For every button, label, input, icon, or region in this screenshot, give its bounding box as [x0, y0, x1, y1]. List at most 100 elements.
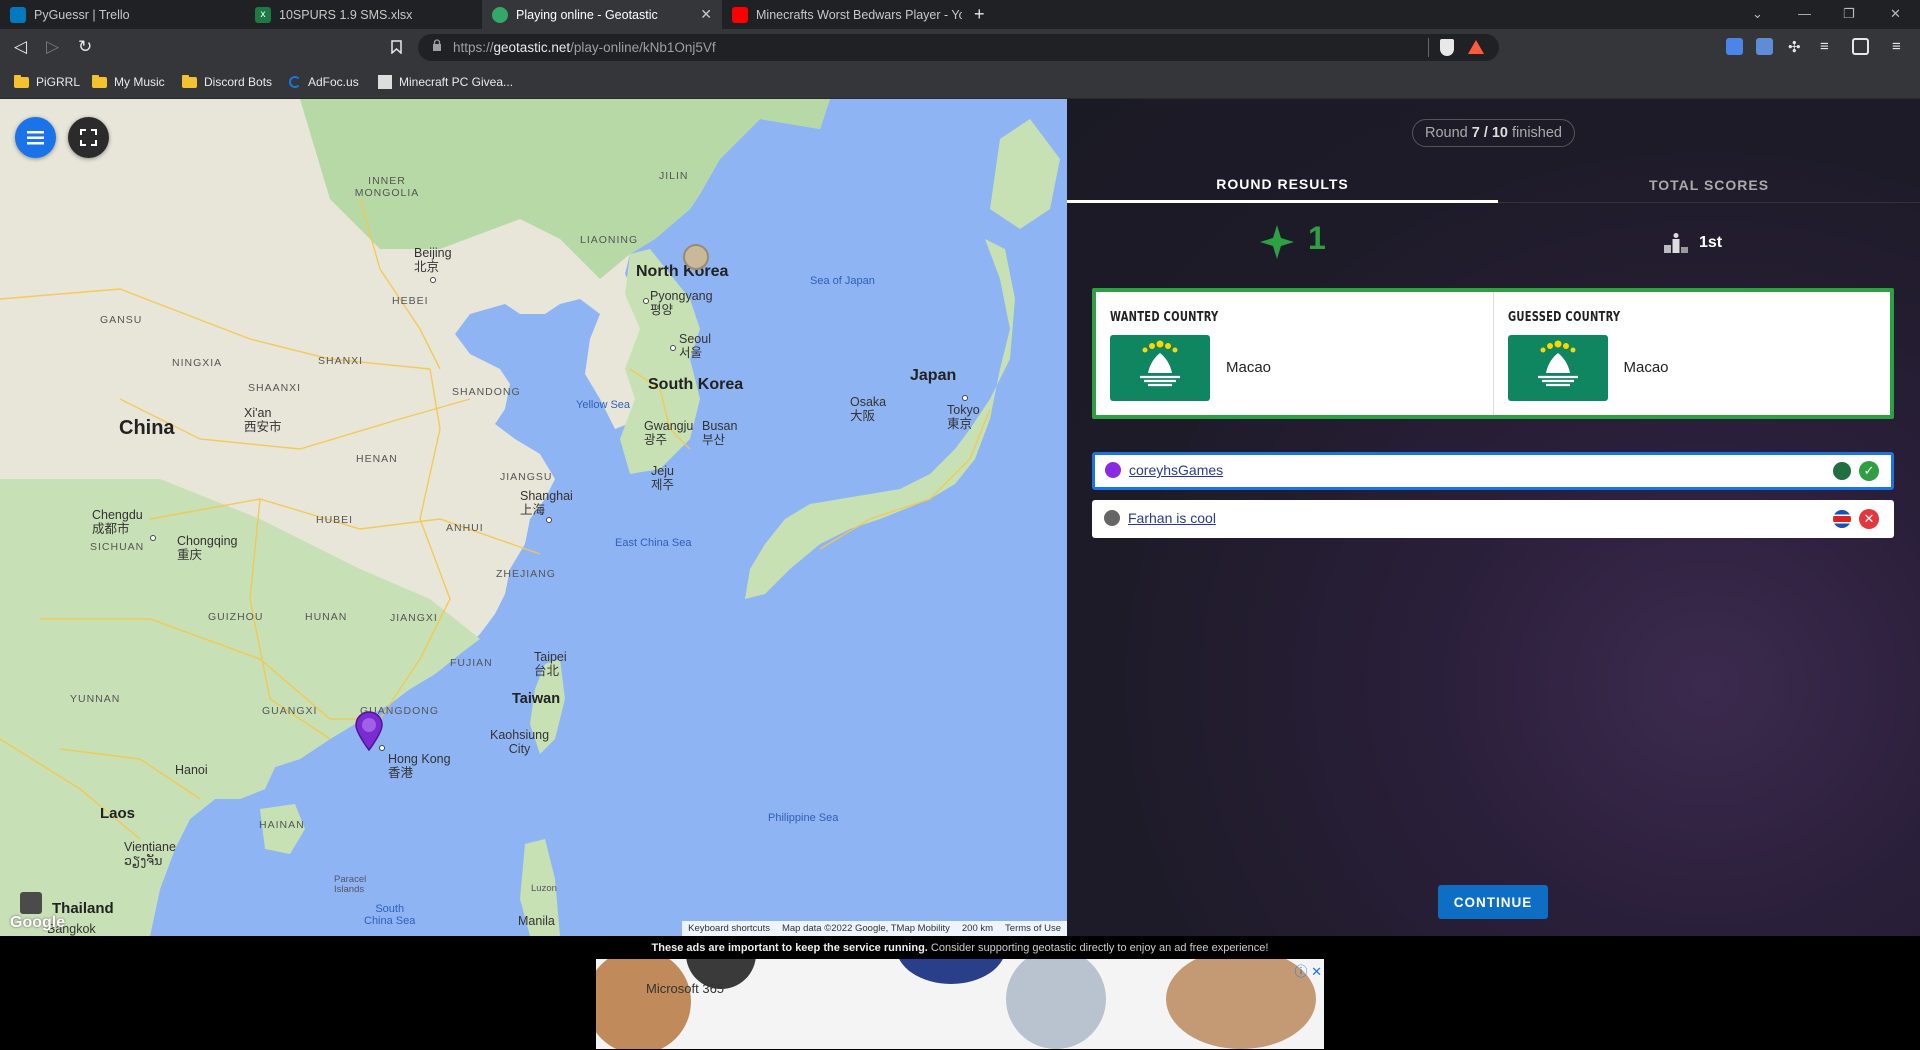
- address-bar[interactable]: https://geotastic.net/play-online/kNb1On…: [418, 34, 1499, 61]
- new-tab-button[interactable]: +: [974, 4, 985, 25]
- label-hanoi: Hanoi: [175, 763, 208, 777]
- player-name-link[interactable]: Farhan is cool: [1128, 510, 1216, 526]
- restore-icon[interactable]: ❐: [1843, 6, 1855, 22]
- continue-button[interactable]: CONTINUE: [1438, 885, 1548, 919]
- label-tokyo: Tokyo 東京: [947, 403, 980, 431]
- ad-banner[interactable]: Microsoft 365 ⓘ ✕: [596, 959, 1324, 1049]
- macao-flag-icon: [1110, 335, 1210, 401]
- tab-close-icon[interactable]: ✕: [700, 6, 712, 23]
- label-south-china-sea: South China Sea: [364, 903, 416, 928]
- ad-section: These ads are important to keep the serv…: [0, 936, 1920, 1050]
- tab-title: PyGuessr | Trello: [34, 7, 130, 22]
- bookmark-minecraft[interactable]: Minecraft PC Givea...: [378, 75, 513, 89]
- reload-icon[interactable]: ↻: [78, 37, 92, 57]
- results-panel: Round 7 / 10 finished ROUND RESULTS TOTA…: [1067, 99, 1920, 936]
- avatar: [1105, 462, 1121, 478]
- lock-icon: [433, 39, 441, 51]
- minimize-icon[interactable]: —: [1798, 6, 1811, 21]
- extensions-puzzle-icon[interactable]: ✣: [1788, 38, 1805, 56]
- tab-search-icon[interactable]: ⌄: [1752, 6, 1763, 22]
- close-window-icon[interactable]: ✕: [1890, 6, 1901, 22]
- label-japan: Japan: [910, 367, 957, 384]
- wanted-country-name: Macao: [1226, 359, 1272, 376]
- label-east-china-sea: East China Sea: [615, 537, 692, 549]
- label-north-korea: North Korea: [636, 263, 729, 280]
- guessed-country-title: GUESSED COUNTRY: [1507, 310, 1620, 325]
- player-name-link[interactable]: coreyhsGames: [1129, 462, 1223, 478]
- wrong-x-icon: ✕: [1859, 509, 1879, 529]
- back-icon[interactable]: ◁: [14, 37, 27, 57]
- label-region: HUNAN: [305, 611, 348, 623]
- tab-geotastic[interactable]: Playing online - Geotastic ✕: [482, 0, 722, 29]
- tab-total-scores[interactable]: TOTAL SCORES: [1498, 167, 1920, 203]
- extension-google-translate-icon[interactable]: [1756, 38, 1773, 55]
- tab-title: 10SPURS 1.9 SMS.xlsx: [279, 7, 413, 22]
- terms-link[interactable]: Terms of Use: [1005, 923, 1061, 934]
- label-chongqing: Chongqing 重庆: [177, 534, 238, 562]
- round-suffix: finished: [1512, 125, 1562, 141]
- bookmark-my-music[interactable]: My Music: [92, 74, 165, 89]
- macao-flag-icon: [1833, 462, 1851, 480]
- round-score: 1: [1308, 220, 1326, 256]
- label-region: HUBEI: [316, 514, 354, 526]
- city-dot: [546, 517, 552, 523]
- label-paracel-islands: Paracel Islands: [334, 874, 367, 896]
- tab-youtube[interactable]: Minecrafts Worst Bedwars Player - You: [722, 0, 962, 29]
- city-dot: [430, 277, 436, 283]
- wallet-icon[interactable]: [1852, 38, 1869, 55]
- folder-icon: [92, 74, 107, 88]
- menu-icon[interactable]: ≡: [1892, 38, 1909, 55]
- tab-excel[interactable]: x 10SPURS 1.9 SMS.xlsx: [245, 0, 482, 29]
- map-attribution: Keyboard shortcuts Map data ©2022 Google…: [682, 921, 1067, 936]
- label-kaohsiung: Kaohsiung City: [490, 728, 550, 756]
- bookmark-pigrrl[interactable]: PiGRRL: [14, 74, 80, 89]
- bookmark-label: AdFoc.us: [308, 75, 359, 89]
- geotastic-favicon-icon: [492, 6, 508, 23]
- bookmark-label: My Music: [114, 75, 165, 89]
- country-comparison-card: WANTED COUNTRY Macao GUESSED COUNTRY Mac…: [1092, 288, 1894, 419]
- bookmark-label: Discord Bots: [204, 75, 273, 89]
- browser-toolbar: ◁ ▷ ↻ https://geotastic.net/play-online/…: [0, 29, 1920, 66]
- avatar: [1104, 510, 1120, 526]
- map-menu-button[interactable]: [15, 117, 56, 158]
- hamburger-icon: [27, 131, 44, 145]
- tab-title: Playing online - Geotastic: [516, 7, 658, 22]
- bookmark-label: Minecraft PC Givea...: [399, 75, 514, 89]
- ad-close-icon[interactable]: ⓘ ✕: [1294, 961, 1322, 980]
- brave-rewards-icon[interactable]: [1468, 40, 1484, 54]
- label-yellow-sea: Yellow Sea: [576, 399, 631, 411]
- bookmarks-bar: PiGRRL My Music Discord Bots AdFoc.us Mi…: [0, 66, 1920, 99]
- bookmark-discord-bots[interactable]: Discord Bots: [182, 74, 273, 89]
- label-hong-kong: Hong Kong 香港: [388, 752, 451, 780]
- playlist-icon[interactable]: ≡: [1820, 38, 1837, 55]
- excel-favicon-icon: x: [255, 6, 271, 23]
- correct-location-marker[interactable]: [683, 244, 709, 270]
- brave-shield-icon[interactable]: [1440, 39, 1454, 56]
- round-separator: /: [1483, 125, 1488, 141]
- guess-pin-icon[interactable]: [354, 711, 384, 751]
- forward-icon[interactable]: ▷: [46, 37, 59, 57]
- label-region: GUIZHOU: [208, 611, 264, 623]
- folder-icon: [14, 74, 29, 88]
- extension-translate-icon[interactable]: [1726, 38, 1743, 55]
- label-chengdu: Chengdu 成都市: [92, 508, 143, 536]
- label-region: YUNNAN: [70, 693, 121, 705]
- label-busan: Busan 부산: [702, 419, 738, 447]
- label-beijing: Beijing 北京: [414, 246, 452, 274]
- bookmark-adfocus[interactable]: AdFoc.us: [289, 75, 359, 89]
- tab-trello[interactable]: PyGuessr | Trello: [0, 0, 245, 29]
- street-view-pegman-icon[interactable]: [20, 892, 42, 914]
- fullscreen-button[interactable]: [68, 117, 109, 158]
- tab-round-results[interactable]: ROUND RESULTS: [1067, 167, 1498, 203]
- label-seoul: Seoul 서울: [679, 332, 711, 360]
- label-region: HENAN: [356, 453, 398, 465]
- fullscreen-icon: [80, 129, 97, 146]
- label-xian: Xi'an 西安市: [244, 406, 282, 434]
- label-luzon: Luzon: [531, 883, 557, 894]
- label-region: GANSU: [100, 314, 143, 326]
- keyboard-shortcuts-link[interactable]: Keyboard shortcuts: [688, 923, 770, 934]
- map-view[interactable]: China North Korea South Korea Japan Taiw…: [0, 99, 1067, 936]
- bookmark-icon[interactable]: [391, 40, 402, 54]
- label-region: ZHEJIANG: [496, 568, 556, 580]
- correct-check-icon: ✓: [1859, 461, 1879, 481]
